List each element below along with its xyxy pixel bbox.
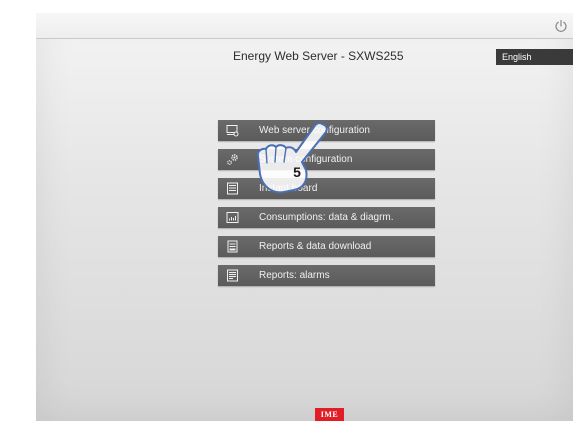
- power-icon[interactable]: [553, 18, 569, 34]
- menu-item-label: Reports: alarms: [259, 270, 330, 281]
- menu-item-label: Instant board: [259, 183, 318, 194]
- report-download-icon: [226, 240, 239, 253]
- alarm-report-icon: [226, 269, 239, 282]
- ime-logo: IME: [315, 408, 344, 421]
- menu-item-label: Reports & data download: [259, 241, 372, 252]
- app-screen: Energy Web Server - SXWS255 English Web …: [36, 13, 573, 421]
- menu-item-reports-alarms[interactable]: Reports: alarms: [218, 265, 435, 286]
- page: Energy Web Server - SXWS255 English Web …: [0, 0, 573, 421]
- language-selector[interactable]: English: [496, 49, 573, 65]
- menu-item-reports-download[interactable]: Reports & data download: [218, 236, 435, 257]
- menu-item-web-server-configuration[interactable]: Web server configuration: [218, 120, 435, 141]
- chart-icon: [226, 211, 239, 224]
- top-bar: [36, 13, 573, 39]
- menu-item-label: Consumptions: data & diagrm.: [259, 212, 394, 223]
- gears-icon: [226, 153, 239, 166]
- menu-item-instant-board[interactable]: Instant board: [218, 178, 435, 199]
- menu-item-label: System configuration: [259, 154, 353, 165]
- monitor-settings-icon: [226, 124, 239, 137]
- menu-item-label: Web server configuration: [259, 125, 370, 136]
- page-title: Energy Web Server - SXWS255: [233, 49, 404, 63]
- board-list-icon: [226, 182, 239, 195]
- main-menu: Web server configuration System configur…: [218, 120, 435, 294]
- menu-item-consumptions[interactable]: Consumptions: data & diagrm.: [218, 207, 435, 228]
- menu-item-system-configuration[interactable]: System configuration: [218, 149, 435, 170]
